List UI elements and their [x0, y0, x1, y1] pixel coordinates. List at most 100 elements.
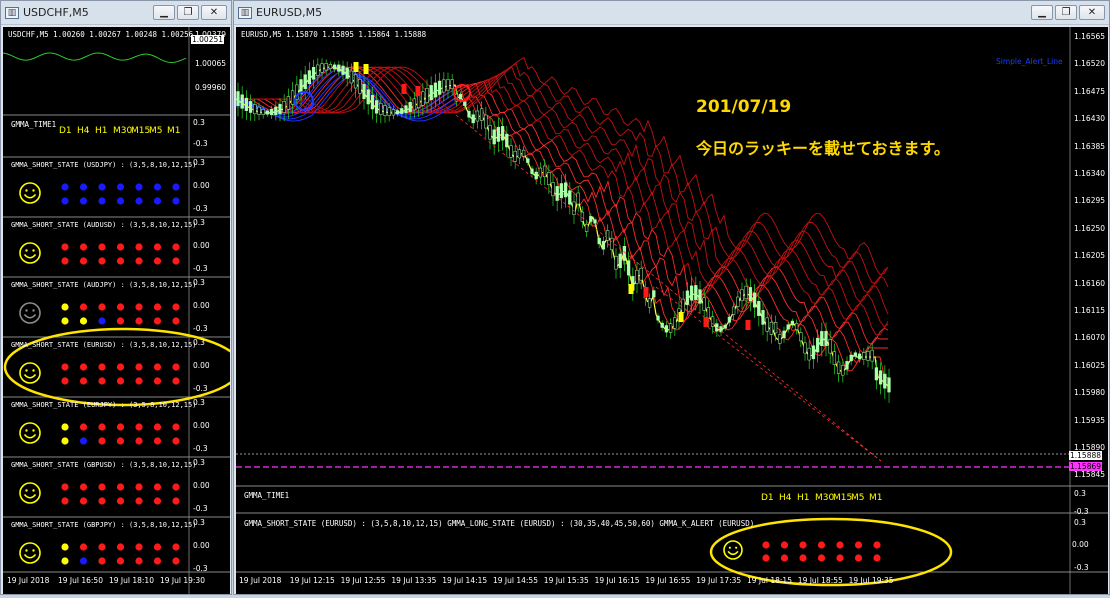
candle-body — [274, 106, 278, 115]
restore-icon: ❐ — [183, 7, 193, 18]
timeframe-label: H1 — [797, 493, 810, 503]
chart-window-icon: ▥ — [238, 6, 252, 19]
scale-mid-label: 0.00 — [193, 361, 210, 370]
candle-body — [769, 321, 774, 335]
scale-bottom-label: -0.3 — [193, 504, 208, 513]
state-dot — [135, 483, 143, 491]
price-axis-label: 1.16565 — [1074, 32, 1106, 41]
candle-body — [668, 323, 673, 333]
candle-body — [815, 337, 820, 353]
current-price-tag: 1.00251 — [191, 35, 225, 44]
candle-body — [887, 377, 891, 393]
state-dot — [61, 543, 69, 551]
candle-body — [442, 79, 446, 93]
candle-body — [857, 353, 862, 360]
indicator-panel-label: GMMA_SHORT_STATE (GBPJPY) : (3,5,8,10,12… — [11, 521, 197, 529]
scale-bottom-label: -0.3 — [193, 444, 208, 453]
candle-body — [828, 339, 832, 354]
time-axis-label: 19 Jul 12:15 — [289, 576, 335, 585]
state-dot — [98, 483, 106, 491]
state-dot — [135, 363, 143, 371]
right-chart-canvas[interactable]: EURUSD,M5 1.15870 1.15895 1.15864 1.1588… — [235, 27, 1108, 594]
state-dot — [98, 557, 106, 565]
state-dot — [98, 317, 106, 325]
state-dot — [172, 543, 180, 551]
smiley-icon — [19, 242, 41, 264]
state-dot — [153, 543, 162, 551]
candle-body — [841, 364, 845, 376]
indicator-panel-label: GMMA_SHORT_STATE (EURUSD) : (3,5,8,10,12… — [11, 341, 197, 349]
scale-bottom-label: -0.3 — [193, 204, 208, 213]
state-dot — [135, 317, 143, 325]
left-window-title: USDCHF,M5 — [23, 6, 89, 19]
state-dot — [172, 317, 180, 325]
scale-bottom-label: -0.3 — [193, 264, 208, 273]
candle-body — [395, 110, 400, 115]
chart-window-icon: ▥ — [5, 6, 19, 19]
state-dot — [116, 437, 125, 445]
eurusd-chart-window[interactable]: ▥ EURUSD,M5 ▁ ❐ ✕ EURUSD,M5 1.15870 1.15… — [233, 0, 1110, 595]
time-axis-label: 19 Jul 2018 — [239, 576, 282, 585]
candle-body — [421, 91, 425, 106]
candle-body — [374, 100, 379, 114]
right-window-titlebar[interactable]: ▥ EURUSD,M5 ▁ ❐ ✕ — [234, 1, 1109, 25]
state-dot — [135, 197, 143, 205]
simple-alert-line-label[interactable]: Simple_Alert_Line — [996, 57, 1063, 66]
state-dot — [116, 543, 125, 551]
candle-body — [664, 325, 669, 333]
candle-body — [425, 88, 429, 103]
state-dot — [172, 363, 180, 371]
state-dot — [762, 541, 770, 549]
state-dot — [98, 423, 106, 431]
close-button[interactable]: ✕ — [201, 5, 227, 20]
candle-body — [584, 223, 589, 232]
candle-body — [362, 84, 366, 99]
state-dot — [135, 257, 143, 265]
state-dot — [79, 497, 88, 505]
state-dot — [116, 243, 125, 251]
candle-body — [488, 124, 492, 140]
candle-body — [269, 108, 274, 116]
left-window-titlebar[interactable]: ▥ USDCHF,M5 ▁ ❐ ✕ — [1, 1, 231, 25]
minimize-button[interactable]: ▁ — [1031, 5, 1053, 20]
candle-body — [303, 74, 307, 89]
minimize-button[interactable]: ▁ — [153, 5, 175, 20]
candle-body — [572, 201, 576, 215]
state-dot — [61, 497, 69, 505]
candle-body — [773, 322, 778, 334]
state-dot — [79, 183, 88, 191]
restore-button[interactable]: ❐ — [1055, 5, 1077, 20]
candle-body — [349, 70, 354, 84]
state-dot — [98, 243, 106, 251]
time-axis-label: 19 Jul 13:35 — [391, 576, 437, 585]
scale-bottom-label: -0.3 — [193, 564, 208, 573]
close-button[interactable]: ✕ — [1079, 5, 1105, 20]
candle-body — [341, 65, 345, 75]
state-dot — [98, 257, 106, 265]
restore-button[interactable]: ❐ — [177, 5, 199, 20]
signal-marker — [401, 84, 407, 94]
candle-body — [332, 64, 337, 70]
state-dot — [116, 317, 125, 325]
usdchf-chart-window[interactable]: ▥ USDCHF,M5 ▁ ❐ ✕ USDCHF,M5 1.00260 1.00… — [0, 0, 243, 595]
candle-body — [370, 95, 375, 110]
candle-body — [878, 370, 883, 385]
candle-body — [832, 351, 837, 365]
state-dot — [135, 497, 143, 505]
state-dot — [153, 303, 162, 311]
candle-body — [576, 192, 580, 205]
candle-body — [559, 183, 564, 199]
signal-marker — [628, 284, 634, 294]
state-dot — [799, 554, 807, 562]
candle-body — [387, 107, 391, 116]
left-chart-canvas[interactable]: USDCHF,M5 1.00260 1.00267 1.00248 1.0025… — [2, 27, 243, 594]
candle-body — [744, 285, 748, 300]
state-dot — [79, 317, 88, 325]
state-dot — [153, 257, 162, 265]
candle-body — [505, 133, 509, 148]
state-dot — [61, 377, 69, 385]
state-dot — [116, 497, 125, 505]
time-axis-label: 19 Jul 14:55 — [493, 576, 538, 585]
state-dot — [153, 363, 162, 371]
scale-top-label: 0.3 — [193, 458, 205, 467]
